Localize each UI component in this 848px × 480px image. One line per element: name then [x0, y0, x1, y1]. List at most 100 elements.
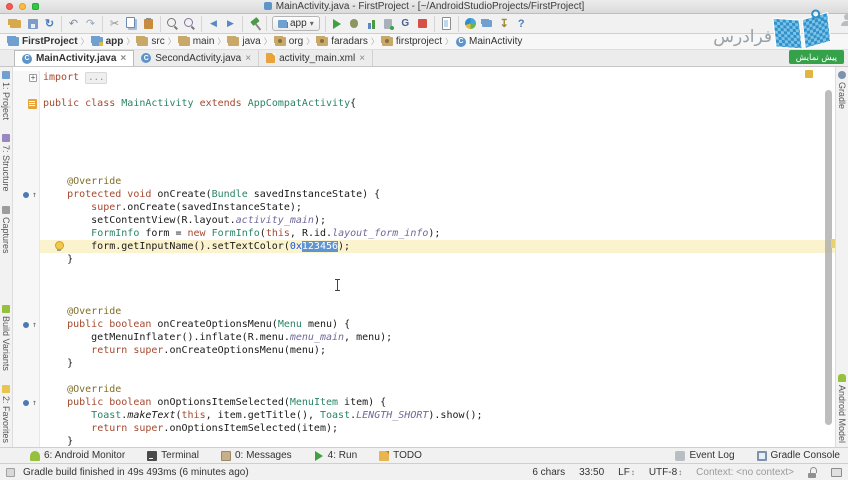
code-line[interactable] [13, 149, 835, 162]
fold-expand-icon[interactable] [29, 73, 37, 82]
code-line[interactable]: setContentView(R.layout.activity_main); [13, 214, 835, 227]
redo-icon[interactable] [82, 16, 99, 32]
toolwindow-switcher-icon[interactable] [6, 467, 15, 477]
line-ending-selector[interactable]: LF [618, 467, 635, 478]
breadcrumb-item[interactable]: java [226, 36, 262, 47]
paste-icon[interactable] [140, 16, 157, 32]
code-line[interactable]: } [13, 357, 835, 370]
code-line[interactable] [13, 123, 835, 136]
attach-debugger-icon[interactable] [380, 16, 397, 32]
project-structure-icon[interactable] [479, 16, 496, 32]
code-line[interactable]: FormInfo form = new FormInfo(this, R.id.… [13, 227, 835, 240]
code-line[interactable] [13, 279, 835, 292]
code-line[interactable] [13, 110, 835, 123]
code-line[interactable]: Toast.makeText(this, item.getTitle(), To… [13, 409, 835, 422]
context-widget[interactable]: Context: <no context> [696, 467, 794, 478]
code-line[interactable]: @Override [13, 175, 835, 188]
toolwindow-button-todo[interactable]: TODO [379, 450, 422, 461]
toolwindow-button-6-android-monitor[interactable]: 6: Android Monitor [30, 450, 125, 461]
toolwindow-button-terminal[interactable]: Terminal [147, 450, 199, 461]
avd-manager-icon[interactable] [438, 16, 455, 32]
breadcrumb-item[interactable]: MainActivity [454, 36, 524, 47]
tool-stripe-button-7-structure[interactable]: 7: Structure [1, 134, 11, 192]
code-line[interactable]: protected void onCreate(Bundle savedInst… [13, 188, 835, 201]
editor-scrollbar[interactable] [825, 90, 832, 425]
tool-stripe-button-build-variants[interactable]: Build Variants [1, 305, 11, 371]
code-line[interactable]: public class MainActivity extends AppCom… [13, 97, 835, 110]
help-icon[interactable] [513, 16, 530, 32]
breadcrumb-item[interactable]: src [135, 36, 166, 47]
undo-icon[interactable] [65, 16, 82, 32]
find-icon[interactable] [164, 16, 181, 32]
breadcrumb-item[interactable]: org [273, 36, 305, 47]
code-line[interactable] [13, 292, 835, 305]
caret-position[interactable]: 33:50 [579, 467, 604, 478]
tab-close-icon[interactable] [120, 53, 126, 64]
tool-stripe-button-1-project[interactable]: 1: Project [1, 71, 11, 120]
code-line[interactable] [13, 84, 835, 97]
build-hammer-icon[interactable] [246, 16, 263, 32]
encoding-selector[interactable]: UTF-8 [649, 467, 682, 478]
toolwindow-button-gradle-console[interactable]: Gradle Console [756, 450, 840, 461]
lock-icon[interactable] [808, 466, 817, 478]
inspection-status-icon[interactable] [805, 70, 813, 78]
profiler-icon[interactable] [363, 16, 380, 32]
editor-tab[interactable]: activity_main.xml [259, 50, 374, 66]
stop-icon[interactable] [414, 16, 431, 32]
run-icon[interactable] [329, 16, 346, 32]
tool-stripe-button-android-model[interactable]: Android Model [837, 373, 847, 443]
code-line[interactable]: super.onCreate(savedInstanceState); [13, 201, 835, 214]
code-line[interactable]: @Override [13, 383, 835, 396]
code-line[interactable] [13, 370, 835, 383]
tool-stripe-button-gradle[interactable]: Gradle [837, 71, 847, 109]
java-class-icon [141, 53, 152, 63]
tool-stripe-button-2-favorites[interactable]: 2: Favorites [1, 384, 11, 443]
coverage-icon[interactable] [397, 16, 414, 32]
breadcrumb-item[interactable]: FirstProject [6, 36, 80, 47]
code-line[interactable]: } [13, 435, 835, 447]
save-icon[interactable] [24, 16, 41, 32]
code-line[interactable]: } [13, 253, 835, 266]
tab-close-icon[interactable] [359, 53, 365, 64]
override-method-icon[interactable] [23, 318, 37, 331]
breadcrumb-item[interactable]: main [177, 36, 217, 47]
code-line[interactable]: return super.onOptionsItemSelected(item)… [13, 422, 835, 435]
code-line[interactable]: form.getInputName().setTextColor(0x12345… [13, 240, 835, 253]
sdk-updates-icon[interactable] [496, 16, 513, 32]
code-line[interactable] [13, 136, 835, 149]
copy-icon[interactable] [123, 16, 140, 32]
code-line[interactable] [13, 266, 835, 279]
code-line[interactable]: public boolean onCreateOptionsMenu(Menu … [13, 318, 835, 331]
intention-bulb-icon[interactable] [55, 241, 64, 252]
override-method-icon[interactable] [23, 188, 37, 201]
code-line[interactable]: return super.onCreateOptionsMenu(menu); [13, 344, 835, 357]
tab-close-icon[interactable] [245, 53, 251, 64]
related-file-icon[interactable] [28, 98, 37, 109]
nav-back-icon[interactable] [205, 16, 222, 32]
code-editor[interactable]: import ... public class MainActivity exte… [13, 67, 835, 447]
highlighting-level-icon[interactable] [831, 467, 842, 477]
editor-tab[interactable]: MainActivity.java [14, 50, 135, 66]
run-config-select[interactable]: app [272, 16, 320, 31]
code-line[interactable]: public boolean onOptionsItemSelected(Men… [13, 396, 835, 409]
replace-icon[interactable] [181, 16, 198, 32]
toolwindow-button-4-run[interactable]: 4: Run [314, 450, 357, 461]
debug-icon[interactable] [346, 16, 363, 32]
code-line[interactable]: import ... [13, 71, 835, 84]
editor-tab[interactable]: SecondActivity.java [134, 50, 260, 66]
toolwindow-button-event-log[interactable]: Event Log [675, 450, 735, 461]
nav-forward-icon[interactable] [222, 16, 239, 32]
sdk-manager-icon[interactable] [462, 16, 479, 32]
code-line[interactable]: @Override [13, 305, 835, 318]
override-method-icon[interactable] [23, 396, 37, 409]
code-line[interactable]: getMenuInflater().inflate(R.menu.menu_ma… [13, 331, 835, 344]
breadcrumb-item[interactable]: faradars [315, 36, 370, 47]
toolwindow-button-0-messages[interactable]: 0: Messages [220, 450, 292, 461]
breadcrumb-item[interactable]: app [90, 36, 126, 47]
cut-icon[interactable] [106, 16, 123, 32]
breadcrumb-item[interactable]: firstproject [380, 36, 444, 47]
code-line[interactable] [13, 162, 835, 175]
tool-stripe-button-captures[interactable]: Captures [1, 205, 11, 253]
sync-icon[interactable] [41, 16, 58, 32]
open-icon[interactable] [7, 16, 24, 32]
